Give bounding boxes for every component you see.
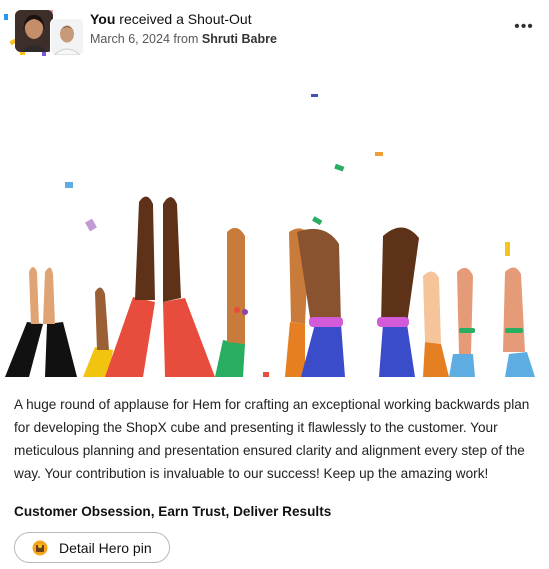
detail-hero-pin-button[interactable]: Detail Hero pin <box>14 532 170 563</box>
person-avatar-icon <box>51 19 83 55</box>
shout-out-date: March 6, 2024 <box>90 32 170 46</box>
celebration-illustration <box>5 94 535 377</box>
more-horizontal-icon: ••• <box>514 18 534 35</box>
pin-button-label: Detail Hero pin <box>59 540 152 556</box>
celebration-image <box>5 62 549 377</box>
avatar-sender <box>50 18 84 56</box>
leadership-principles: Customer Obsession, Earn Trust, Deliver … <box>14 504 332 519</box>
card-header: You received a Shout-Out March 6, 2024 f… <box>0 0 549 60</box>
sender-name[interactable]: Shruti Babre <box>202 32 277 46</box>
hero-pin-icon <box>32 540 48 556</box>
shout-out-meta: March 6, 2024 from Shruti Babre <box>90 32 277 46</box>
avatar-group[interactable] <box>4 6 84 58</box>
more-options-button[interactable]: ••• <box>513 18 535 40</box>
person-avatar-icon <box>15 10 53 52</box>
from-label: from <box>173 32 199 46</box>
shout-out-message: A huge round of applause for Hem for cra… <box>14 397 530 481</box>
shout-out-card: You received a Shout-Out March 6, 2024 f… <box>0 0 549 569</box>
action-text: received a Shout-Out <box>119 11 252 27</box>
shout-out-title: You received a Shout-Out <box>90 11 252 27</box>
avatar-recipient <box>15 10 53 52</box>
recipient-name: You <box>90 11 116 27</box>
